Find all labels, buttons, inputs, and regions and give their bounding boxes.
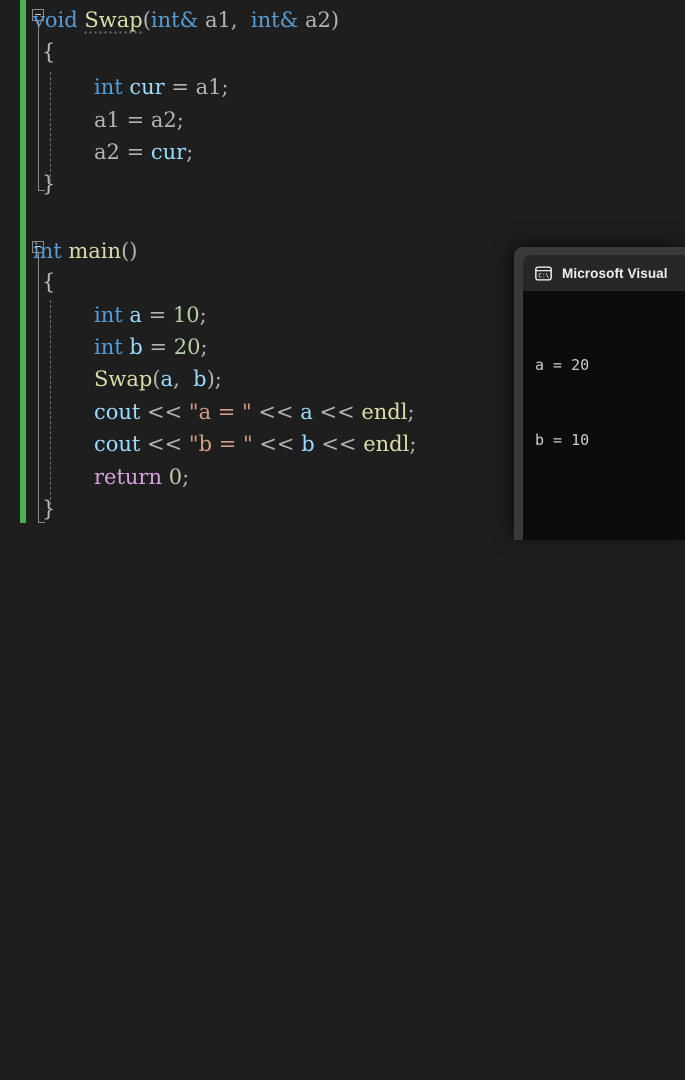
console-cmd-icon: C:\ [535,265,552,281]
token-int-ref-2: int& [250,8,299,32]
console-output-blank-line [535,503,685,528]
token-shift-3: << [312,400,362,424]
code-line-11[interactable]: int b = 20; [94,331,208,364]
token-shift-5: << [252,432,302,456]
token-brace-close-swap: } [42,172,56,196]
token-cur-read: cur [150,140,187,164]
token-a2-read: a2 [150,108,177,132]
svg-text:C:\: C:\ [538,272,549,279]
token-a1-read: a1 [195,75,222,99]
token-shift-2: << [251,400,301,424]
token-return: return [94,465,162,489]
token-arg-b: b [193,367,207,391]
console-output[interactable]: a = 20 b = 10 D:\xiazaizhuan 按任意键关闭此 [523,291,685,540]
token-brace-close-main: } [42,497,56,521]
token-num-20: 20 [173,335,201,359]
code-line-13[interactable]: cout << "a = " << a << endl; [94,396,415,429]
token-endl-2: endl [363,432,410,456]
token-int-a: int [94,303,123,327]
token-main-parens: () [121,239,138,263]
token-space-4 [298,8,305,32]
token-semicolon-8: ; [409,432,417,456]
token-shift-6: << [314,432,364,456]
token-open-paren-1: ( [142,8,151,32]
token-out-b: b [301,432,315,456]
token-semicolon-7: ; [407,400,415,424]
token-int-main: int [33,239,62,263]
token-comma-1: , [230,8,245,32]
code-line-3[interactable]: int cur = a1; [94,71,229,104]
token-semicolon-5: ; [200,335,208,359]
code-line-12[interactable]: Swap(a, b); [94,363,222,396]
token-semicolon-1: ; [221,75,229,99]
token-a2-write: a2 [94,140,120,164]
token-shift-1: << [140,400,189,424]
token-close-paren-2: ) [206,367,215,391]
token-cur-decl: cur [129,75,165,99]
code-line-14[interactable]: cout << "b = " << b << endl; [94,428,416,461]
token-space-2 [198,8,205,32]
token-open-paren-2: ( [152,367,161,391]
token-space-3 [244,8,251,32]
console-output-line: b = 10 [535,431,590,449]
token-int-1: int [94,75,123,99]
token-brace-open-main: { [42,270,56,294]
token-assign-1: = [164,75,196,99]
token-close-paren-1: ) [330,8,340,32]
token-comma-2: , [173,367,187,391]
token-swap-decl: Swap [84,8,143,32]
token-param-a2: a2 [304,8,331,32]
token-string-a: "a = " [188,400,252,424]
token-cout-2: cout [94,432,141,456]
code-line-8[interactable]: int main() [33,235,137,268]
token-assign-2: = [119,108,151,132]
token-string-b: "b = " [188,432,253,456]
token-var-a-decl: a [129,303,142,327]
token-brace-open-swap: { [42,40,56,64]
code-line-9[interactable]: { [42,266,55,299]
code-line-10[interactable]: int a = 10; [94,299,207,332]
code-line-1[interactable]: void Swap(int& a1, int& a2) [33,4,339,37]
token-var-b-decl: b [129,335,143,359]
token-semicolon-9: ; [182,465,190,489]
token-arg-a: a [160,367,174,391]
token-main-decl: main [68,239,122,263]
code-line-6[interactable]: } [42,168,55,201]
console-window[interactable]: C:\ Microsoft Visual a = 20 b = 10 D:\xi… [514,247,685,540]
token-cout-1: cout [94,400,141,424]
token-int-b: int [94,335,123,359]
token-shift-4: << [140,432,189,456]
token-a1-write: a1 [94,108,120,132]
console-window-title: Microsoft Visual [562,265,668,281]
token-num-10: 10 [172,303,200,327]
token-assign-5: = [142,335,174,359]
token-semicolon-2: ; [176,108,184,132]
console-titlebar[interactable]: C:\ Microsoft Visual [523,255,685,291]
code-line-15[interactable]: return 0; [94,461,189,494]
console-output-line: a = 20 [535,356,590,374]
code-line-16[interactable]: } [42,493,55,526]
token-out-a: a [300,400,313,424]
code-line-4[interactable]: a1 = a2; [94,104,184,137]
token-param-a1: a1 [204,8,231,32]
token-int-ref-1: int& [150,8,199,32]
token-assign-4: = [141,303,173,327]
token-semicolon-3: ; [186,140,194,164]
token-semicolon-4: ; [199,303,207,327]
code-line-5[interactable]: a2 = cur; [94,136,193,169]
token-semicolon-6: ; [214,367,222,391]
token-assign-3: = [119,140,151,164]
token-num-0: 0 [168,465,183,489]
code-line-2[interactable]: { [42,36,55,69]
token-void: void [33,8,78,32]
token-space-10 [162,465,169,489]
token-swap-call: Swap [94,367,153,391]
token-endl-1: endl [361,400,408,424]
